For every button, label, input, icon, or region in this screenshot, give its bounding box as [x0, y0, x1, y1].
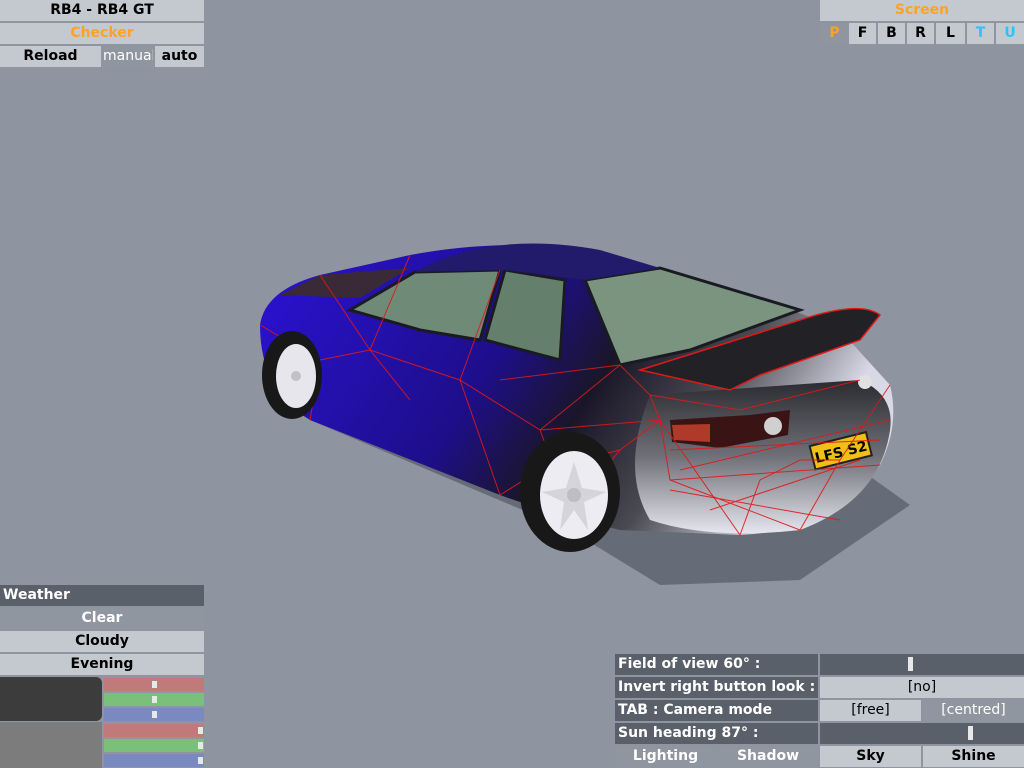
screen-button-u[interactable]: U: [996, 23, 1024, 44]
screen-button-r[interactable]: R: [907, 23, 934, 44]
car-render: LFS S2: [259, 243, 910, 585]
weather-clear-button[interactable]: Clear: [0, 608, 204, 629]
directional-red-slider[interactable]: [104, 724, 204, 737]
sun-heading-label: Sun heading 87° :: [615, 723, 818, 744]
invert-look-label: Invert right button look :: [615, 677, 818, 698]
fov-slider[interactable]: [820, 654, 1024, 675]
tab-lighting[interactable]: Lighting: [615, 746, 716, 767]
slider-knob[interactable]: [198, 727, 203, 734]
screen-button-p[interactable]: P: [822, 23, 847, 44]
slider-knob[interactable]: [198, 757, 203, 764]
reload-button[interactable]: Reload: [0, 46, 101, 67]
fov-label: Field of view 60° :: [615, 654, 818, 675]
screen-title[interactable]: Screen: [820, 0, 1024, 21]
camera-free-button[interactable]: [free]: [820, 700, 921, 721]
ambient-color-swatch[interactable]: [0, 677, 102, 721]
slider-knob[interactable]: [198, 742, 203, 749]
directional-color-swatch[interactable]: [0, 722, 102, 768]
screen-button-t[interactable]: T: [967, 23, 994, 44]
weather-cloudy-button[interactable]: Cloudy: [0, 631, 204, 652]
camera-centred-button[interactable]: [centred]: [923, 700, 1024, 721]
weather-title: Weather: [0, 585, 204, 606]
auto-button[interactable]: auto: [155, 46, 204, 67]
car-title-button[interactable]: RB4 - RB4 GT: [0, 0, 204, 21]
ambient-green-slider[interactable]: [104, 693, 204, 706]
tab-shadow[interactable]: Shadow: [718, 746, 818, 767]
slider-knob[interactable]: [908, 657, 913, 671]
camera-mode-label: TAB : Camera mode: [615, 700, 818, 721]
tab-sky[interactable]: Sky: [820, 746, 921, 767]
sun-heading-slider[interactable]: [820, 723, 1024, 744]
screen-button-b[interactable]: B: [878, 23, 905, 44]
slider-knob[interactable]: [968, 726, 973, 740]
weather-evening-button[interactable]: Evening: [0, 654, 204, 675]
ambient-blue-slider[interactable]: [104, 708, 204, 721]
skin-checker-button[interactable]: Checker: [0, 23, 204, 44]
directional-green-slider[interactable]: [104, 739, 204, 752]
screen-button-l[interactable]: L: [936, 23, 965, 44]
slider-knob[interactable]: [152, 681, 157, 688]
invert-look-toggle[interactable]: [no]: [820, 677, 1024, 698]
manual-button[interactable]: manual: [103, 46, 153, 67]
car-3d-viewport[interactable]: LFS S2: [240, 230, 920, 600]
slider-knob[interactable]: [152, 696, 157, 703]
screen-button-f[interactable]: F: [849, 23, 876, 44]
ambient-red-slider[interactable]: [104, 678, 204, 691]
directional-blue-slider[interactable]: [104, 754, 204, 767]
slider-knob[interactable]: [152, 711, 157, 718]
tab-shine[interactable]: Shine: [923, 746, 1024, 767]
